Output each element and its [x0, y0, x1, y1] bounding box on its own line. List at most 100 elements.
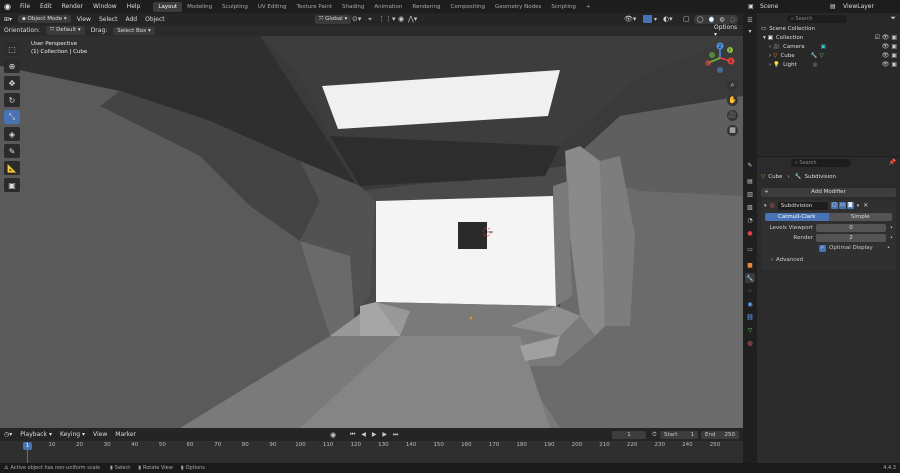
pivot-icon[interactable]: ⊙▾	[352, 15, 361, 23]
tab-scripting[interactable]: Scripting	[546, 2, 580, 12]
axis-gizmo[interactable]: Z Y X	[700, 40, 740, 75]
orientation-dropdown[interactable]: ⤧ Default ▾	[45, 26, 85, 35]
menu-file[interactable]: File	[15, 3, 35, 10]
menu-help[interactable]: Help	[122, 3, 146, 10]
proportional-edit-icon[interactable]: ◉	[398, 15, 404, 23]
3d-viewport[interactable]	[0, 36, 743, 428]
render-toggle-icon[interactable]: ◙	[846, 202, 854, 209]
add-modifier-button[interactable]: + Add Modifier	[761, 188, 896, 197]
catmull-clark-button[interactable]: Catmull-Clark	[765, 213, 829, 221]
tab-geometry-nodes[interactable]: Geometry Nodes	[490, 2, 546, 12]
cursor-tool-icon[interactable]: ⊕	[4, 59, 20, 73]
material-shading-icon[interactable]: ◍	[719, 16, 724, 23]
modifier-name-field[interactable]: Subdivision	[777, 201, 828, 210]
outliner-item-cube[interactable]: › ▽ Cube 🔧 ▽ 👁 ▣	[757, 51, 900, 60]
simple-button[interactable]: Simple	[828, 213, 892, 221]
properties-search-input[interactable]: ⌕ Search	[791, 158, 851, 167]
tab-compositing[interactable]: Compositing	[446, 2, 490, 12]
keyframe-dot-icon[interactable]: •	[890, 235, 893, 241]
gizmo-toggle-icon[interactable]	[643, 15, 652, 23]
menu-view[interactable]: View	[73, 16, 95, 23]
modifier-tab-icon[interactable]: 🔧	[745, 273, 755, 283]
camera-visibility-icons[interactable]: 👁 ▣	[882, 43, 897, 50]
menu-select[interactable]: Select	[95, 16, 122, 23]
blender-logo-icon[interactable]: ◉	[0, 2, 15, 11]
outliner-editor-icon[interactable]: ☰	[743, 17, 757, 24]
tab-shading[interactable]: Shading	[337, 2, 369, 12]
transform-tool-icon[interactable]: ◈	[4, 127, 20, 141]
tool-tab-icon[interactable]: ✎	[745, 160, 755, 170]
tab-modeling[interactable]: Modeling	[182, 2, 217, 12]
solid-shading-icon[interactable]: ●	[708, 15, 715, 23]
expand-icon[interactable]: ›	[769, 44, 771, 50]
outliner-filter-icon[interactable]: ▾	[743, 28, 757, 35]
view-layer-tab-icon[interactable]: ▧	[745, 202, 755, 212]
xray-icon[interactable]: ▢	[683, 15, 690, 23]
tab-layout[interactable]: Layout	[153, 1, 183, 12]
measure-tool-icon[interactable]: 📐	[4, 161, 20, 175]
keyframe-dot-icon[interactable]: •	[890, 225, 893, 231]
tab-texture-paint[interactable]: Texture Paint	[292, 2, 338, 12]
annotate-tool-icon[interactable]: ✎	[4, 144, 20, 158]
editor-type-icon[interactable]: ⊞▾	[0, 16, 16, 23]
expand-icon[interactable]: ›	[769, 53, 771, 59]
dropdown-icon[interactable]: ▾	[857, 203, 860, 209]
gizmo-dropdown-icon[interactable]: ▾	[654, 16, 657, 23]
render-levels-field[interactable]: 2	[816, 234, 886, 242]
tab-sculpting[interactable]: Sculpting	[217, 2, 253, 12]
cube-visibility-icons[interactable]: 👁 ▣	[882, 52, 897, 59]
snap-icon[interactable]: ⌖	[368, 15, 372, 24]
scene-selector[interactable]: Scene	[760, 3, 778, 10]
rotate-tool-icon[interactable]: ↻	[4, 93, 20, 107]
zoom-icon[interactable]: ⌕	[727, 80, 738, 91]
navigation-gizmo[interactable]: Z Y X ⌕ ✋ 🎥 ▦	[700, 40, 740, 140]
outliner-item-light[interactable]: › 💡 Light ◎ 👁 ▣	[757, 60, 900, 69]
timeline-editor-icon[interactable]: ◷▾	[0, 431, 16, 438]
menu-playback[interactable]: Playback ▾	[16, 431, 56, 438]
add-workspace-button[interactable]: +	[581, 2, 596, 12]
data-tab-icon[interactable]: ▽	[745, 325, 755, 335]
edit-mode-toggle-icon[interactable]: ▢	[830, 202, 838, 209]
render-tab-icon[interactable]: ▤	[745, 176, 755, 186]
pan-hand-icon[interactable]: ✋	[727, 95, 738, 106]
end-frame-field[interactable]: End 250	[701, 430, 739, 439]
tab-rendering[interactable]: Rendering	[407, 2, 445, 12]
falloff-icon[interactable]: ⋀▾	[408, 15, 417, 23]
menu-marker[interactable]: Marker	[111, 431, 140, 438]
snap-settings-icon[interactable]: ⋮⋮▾	[378, 15, 396, 23]
object-tab-icon[interactable]: ■	[745, 260, 755, 270]
drag-dropdown[interactable]: Select Box ▾	[113, 26, 155, 35]
particles-tab-icon[interactable]: ⁘	[745, 286, 755, 296]
optimal-display-checkbox[interactable]: ✓	[819, 244, 826, 252]
camera-view-icon[interactable]: 🎥	[727, 110, 738, 121]
timeline-ruler[interactable]: 1102030405060708090100110120130140150160…	[0, 441, 743, 463]
collection-visibility-icons[interactable]: ☑ 👁 ▣	[875, 34, 897, 41]
output-tab-icon[interactable]: ▥	[745, 189, 755, 199]
remove-modifier-icon[interactable]: ✕	[863, 202, 868, 209]
playhead[interactable]: 1	[23, 442, 32, 450]
view-layer-selector[interactable]: ViewLayer	[843, 3, 874, 10]
constraints-tab-icon[interactable]: ⛓	[745, 312, 755, 322]
expand-icon[interactable]: ▾	[763, 35, 766, 41]
tab-animation[interactable]: Animation	[369, 2, 407, 12]
outliner-collection[interactable]: ▾ ▣ Collection ☑ 👁 ▣	[757, 33, 900, 42]
visibility-icon[interactable]: 👁▾	[624, 15, 636, 23]
advanced-section[interactable]: › Advanced	[761, 255, 896, 265]
start-frame-field[interactable]: Start 1	[660, 430, 698, 439]
material-tab-icon[interactable]: ◍	[745, 338, 755, 348]
rendered-shading-icon[interactable]: ◌	[730, 16, 735, 23]
collection-tab-icon[interactable]: ▭	[745, 244, 755, 254]
add-cube-tool-icon[interactable]: ▣	[4, 178, 20, 192]
playback-controls[interactable]: ⏮ ◀ ▶ ▶ ⏭	[350, 431, 400, 439]
world-tab-icon[interactable]: ●	[745, 228, 755, 238]
menu-timeline-view[interactable]: View	[89, 431, 111, 438]
select-tool-icon[interactable]: ⬚	[4, 42, 20, 56]
keyframe-dot-icon[interactable]: •	[887, 245, 890, 251]
outliner-search-input[interactable]: ⌕ Search	[787, 14, 847, 23]
record-icon[interactable]: ◉	[330, 431, 336, 439]
pin-icon[interactable]: 📌	[889, 159, 896, 166]
expand-icon[interactable]: ›	[769, 62, 771, 68]
levels-viewport-field[interactable]: 0	[816, 224, 886, 232]
menu-keying[interactable]: Keying ▾	[56, 431, 89, 438]
filter-icon[interactable]: ⏷	[890, 14, 896, 23]
